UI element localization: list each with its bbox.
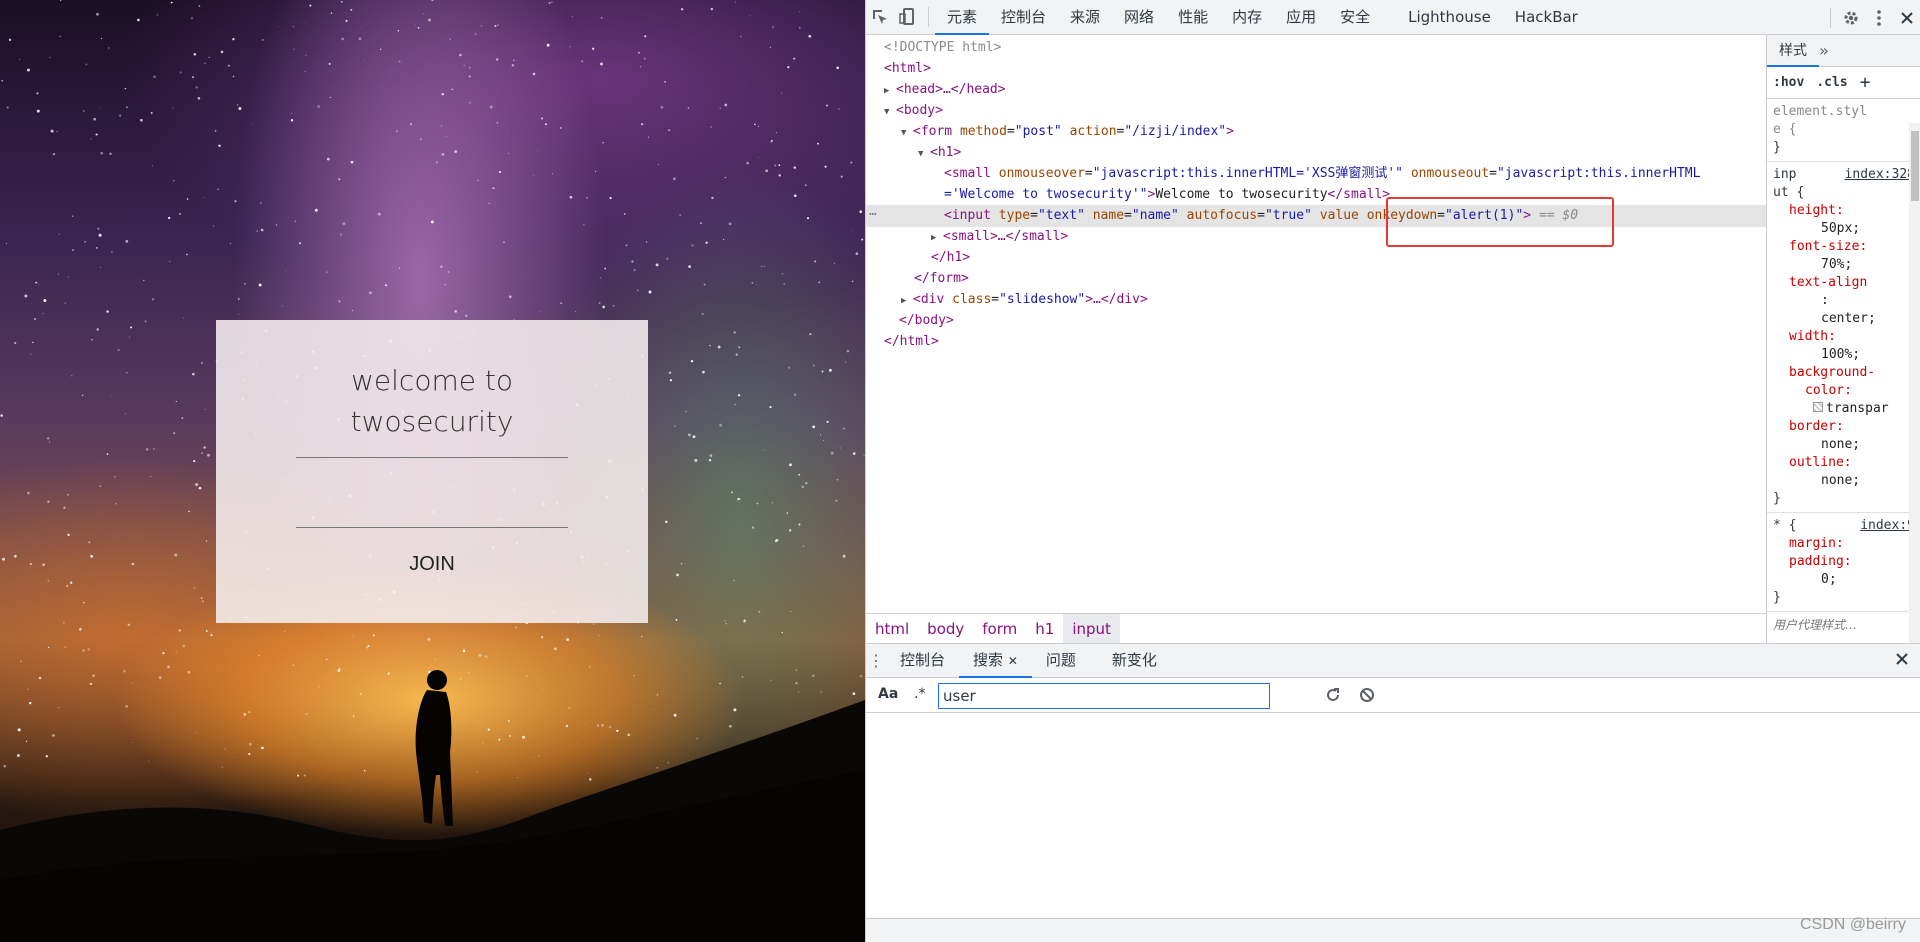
dom-body-close[interactable]: </body> <box>899 310 954 331</box>
tab-hackbar[interactable]: HackBar <box>1503 0 1590 35</box>
hov-toggle[interactable]: :hov <box>1773 75 1804 90</box>
gear-icon[interactable] <box>1837 4 1865 32</box>
dom-h1-open[interactable]: ▼ <h1> <box>918 142 961 163</box>
collapse-triangle-icon[interactable]: ▼ <box>918 144 930 165</box>
source-link[interactable]: index:9 <box>1860 517 1915 535</box>
login-title-line2: twosecurity <box>350 405 514 438</box>
clear-icon[interactable] <box>1358 686 1376 708</box>
tab-lighthouse[interactable]: Lighthouse <box>1396 0 1503 35</box>
dom-small-collapsed[interactable]: ▶ <small>…</small> <box>931 226 1068 247</box>
refresh-icon[interactable] <box>1324 686 1342 708</box>
drawer-tab-console[interactable]: 控制台 <box>886 643 959 678</box>
dom-form-open[interactable]: ▼ <form method="post" action="/izji/index… <box>901 121 1234 142</box>
tab-application[interactable]: 应用 <box>1274 0 1328 35</box>
tab-styles[interactable]: 样式 <box>1767 35 1819 67</box>
toolbar-separator <box>928 7 929 27</box>
match-case-toggle[interactable]: Aa <box>878 686 898 702</box>
drawer-tab-whats-new[interactable]: 新变化 <box>1098 643 1171 678</box>
breadcrumb-html[interactable]: html <box>866 614 918 644</box>
collapse-triangle-icon[interactable]: ▼ <box>901 123 913 144</box>
drawer-tab-search[interactable]: 搜索 ✕ <box>959 643 1032 678</box>
user-agent-styles-label[interactable]: 用户代理样式… <box>1767 612 1920 637</box>
name-input[interactable] <box>296 462 568 524</box>
dom-form-close[interactable]: </form> <box>914 268 969 289</box>
device-toggle-icon[interactable] <box>894 3 922 31</box>
expand-triangle-icon[interactable]: ▶ <box>931 228 943 249</box>
red-annotation-box <box>1386 197 1614 247</box>
universal-style-rule[interactable]: * {index:9 margin: padding: 0; } <box>1767 513 1920 612</box>
close-tab-icon[interactable]: ✕ <box>1008 654 1018 668</box>
login-title-line1: welcome to <box>351 364 513 397</box>
cls-toggle[interactable]: .cls <box>1816 75 1847 90</box>
styles-tabbar: 样式 » <box>1767 35 1920 67</box>
tab-performance[interactable]: 性能 <box>1166 0 1220 35</box>
add-rule-icon[interactable]: + <box>1860 72 1871 93</box>
color-swatch-icon[interactable] <box>1813 402 1823 412</box>
elements-tree: ⋯ <!DOCTYPE html> <html> ▶ <head>…</head>… <box>866 35 1766 613</box>
drawer-tab-issues[interactable]: 问题 <box>1032 643 1090 678</box>
expand-triangle-icon[interactable]: ▶ <box>884 81 896 102</box>
dom-div-slideshow[interactable]: ▶ <div class="slideshow">…</div> <box>901 289 1148 310</box>
drawer-menu-icon[interactable]: ⋮ <box>866 647 886 675</box>
dom-html-close[interactable]: </html> <box>884 331 939 352</box>
input-style-rule[interactable]: inp index:328 ut { height: 50px; font-siz… <box>1767 162 1920 513</box>
kebab-menu-icon[interactable] <box>1865 4 1893 32</box>
ellipsis-icon[interactable]: ⋯ <box>869 207 877 222</box>
element-style-rule[interactable]: element.styl e { } <box>1767 99 1920 162</box>
styles-filter-bar: :hov .cls + <box>1767 67 1920 99</box>
styles-scrollbar[interactable] <box>1909 123 1920 643</box>
toolbar-separator <box>1830 7 1831 28</box>
search-input[interactable] <box>938 683 1270 709</box>
regex-toggle[interactable]: .* <box>914 686 925 702</box>
drawer-statusbar <box>866 918 1920 942</box>
more-tabs-icon[interactable]: » <box>1819 41 1829 60</box>
dom-html-open[interactable]: <html> <box>884 58 931 79</box>
breadcrumb-h1[interactable]: h1 <box>1026 614 1063 644</box>
breadcrumb-body[interactable]: body <box>918 614 973 644</box>
tab-elements[interactable]: 元素 <box>935 0 990 35</box>
watermark: CSDN @beirry <box>1799 916 1906 933</box>
join-button[interactable]: JOIN <box>216 553 648 576</box>
dom-head[interactable]: ▶ <head>…</head> <box>884 79 1006 100</box>
close-drawer-icon[interactable] <box>1895 652 1909 670</box>
tab-memory[interactable]: 内存 <box>1220 0 1274 35</box>
tab-network[interactable]: 网络 <box>1112 0 1166 35</box>
inspect-icon[interactable] <box>866 3 894 31</box>
dom-doctype[interactable]: <!DOCTYPE html> <box>884 37 1001 58</box>
devtools-panel: 元素 控制台 来源 网络 性能 内存 应用 安全 Lighthouse Hack… <box>865 0 1920 942</box>
expand-triangle-icon[interactable]: ▶ <box>901 291 913 312</box>
close-icon[interactable] <box>1893 4 1920 32</box>
tab-sources[interactable]: 来源 <box>1058 0 1112 35</box>
dom-body-open[interactable]: ▼ <body> <box>884 100 943 121</box>
input-bottom-border <box>296 527 568 528</box>
breadcrumb-form[interactable]: form <box>973 614 1026 644</box>
breadcrumb: html body form h1 input <box>866 613 1766 644</box>
devtools-toolbar: 元素 控制台 来源 网络 性能 内存 应用 安全 Lighthouse Hack… <box>866 0 1920 35</box>
scrollbar-thumb[interactable] <box>1911 131 1919 201</box>
dom-h1-close[interactable]: </h1> <box>931 247 970 268</box>
search-results <box>866 713 1920 918</box>
input-top-border <box>296 457 568 458</box>
drawer-tabbar: ⋮ 控制台 搜索 ✕ 问题 新变化 <box>866 643 1920 678</box>
collapse-triangle-icon[interactable]: ▼ <box>884 102 896 123</box>
webpage-viewport: welcome to twosecurity JOIN <box>0 0 865 942</box>
login-card: welcome to twosecurity JOIN <box>216 320 648 623</box>
tab-console[interactable]: 控制台 <box>989 0 1058 35</box>
search-toolbar: Aa .* <box>866 678 1920 713</box>
tab-security[interactable]: 安全 <box>1328 0 1382 35</box>
breadcrumb-input[interactable]: input <box>1063 613 1120 644</box>
styles-pane: 样式 » :hov .cls + element.styl e { } inp i… <box>1766 35 1920 643</box>
dom-small-cont[interactable]: ='Welcome to twosecurity'">Welcome to tw… <box>944 184 1390 205</box>
source-link[interactable]: index:328 <box>1845 166 1915 184</box>
login-title: welcome to twosecurity <box>216 360 648 442</box>
dom-small-open[interactable]: <small onmouseover="javascript:this.inne… <box>944 163 1700 184</box>
